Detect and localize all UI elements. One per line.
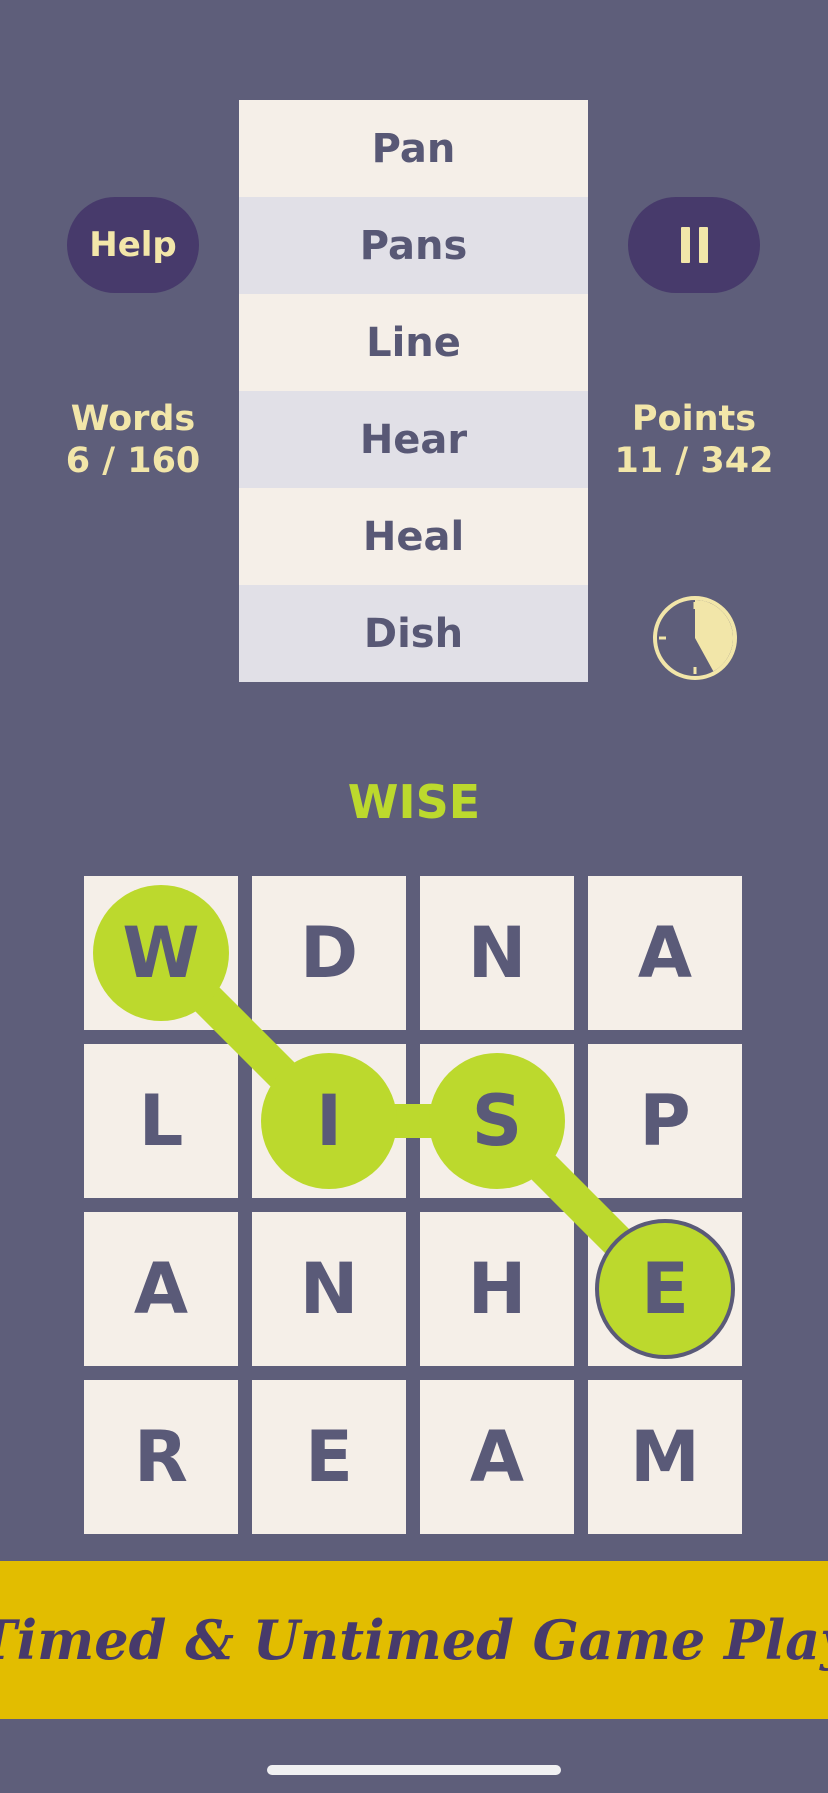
pause-button[interactable] — [628, 197, 760, 293]
letter-tile[interactable]: P — [588, 1044, 742, 1198]
letter-board[interactable]: W D N A L I S P A N H E R E A M WISE — [84, 876, 744, 1536]
letter-tile[interactable]: R — [84, 1380, 238, 1534]
words-count: 6 / 160 — [65, 441, 201, 481]
found-word: Heal — [239, 488, 588, 585]
current-word: WISE — [347, 775, 481, 829]
points-stat: Points 11 / 342 — [609, 398, 779, 482]
letter-tile[interactable]: S — [420, 1044, 574, 1198]
found-word: Line — [239, 294, 588, 391]
home-indicator[interactable] — [267, 1765, 561, 1775]
clock-timer-icon — [653, 596, 737, 680]
points-count: 11 / 342 — [614, 441, 774, 481]
found-word: Hear — [239, 391, 588, 488]
letter-tile[interactable]: I — [252, 1044, 406, 1198]
found-words-list: Pan Pans Line Hear Heal Dish — [239, 100, 588, 682]
letter-tile[interactable]: A — [588, 876, 742, 1030]
letter-tile[interactable]: A — [84, 1212, 238, 1366]
letter-tile[interactable]: M — [588, 1380, 742, 1534]
letter-tile[interactable]: L — [84, 1044, 238, 1198]
letter-tile[interactable]: D — [252, 876, 406, 1030]
letter-tile[interactable]: H — [420, 1212, 574, 1366]
letter-tile[interactable]: E — [588, 1212, 742, 1366]
banner-text: Timed & Untimed Game Play — [0, 1608, 828, 1672]
found-word: Pans — [239, 197, 588, 294]
words-label: Words — [70, 399, 196, 439]
promo-banner: Timed & Untimed Game Play — [0, 1561, 828, 1719]
words-stat: Words 6 / 160 — [48, 398, 218, 482]
points-label: Points — [631, 399, 757, 439]
found-word: Pan — [239, 100, 588, 197]
letter-tile[interactable]: N — [252, 1212, 406, 1366]
letter-tile[interactable]: E — [252, 1380, 406, 1534]
help-button[interactable]: Help — [67, 197, 199, 293]
pause-icon — [680, 227, 708, 263]
found-word: Dish — [239, 585, 588, 682]
letter-tile[interactable]: W — [84, 876, 238, 1030]
letter-tile[interactable]: A — [420, 1380, 574, 1534]
letter-tile[interactable]: N — [420, 876, 574, 1030]
